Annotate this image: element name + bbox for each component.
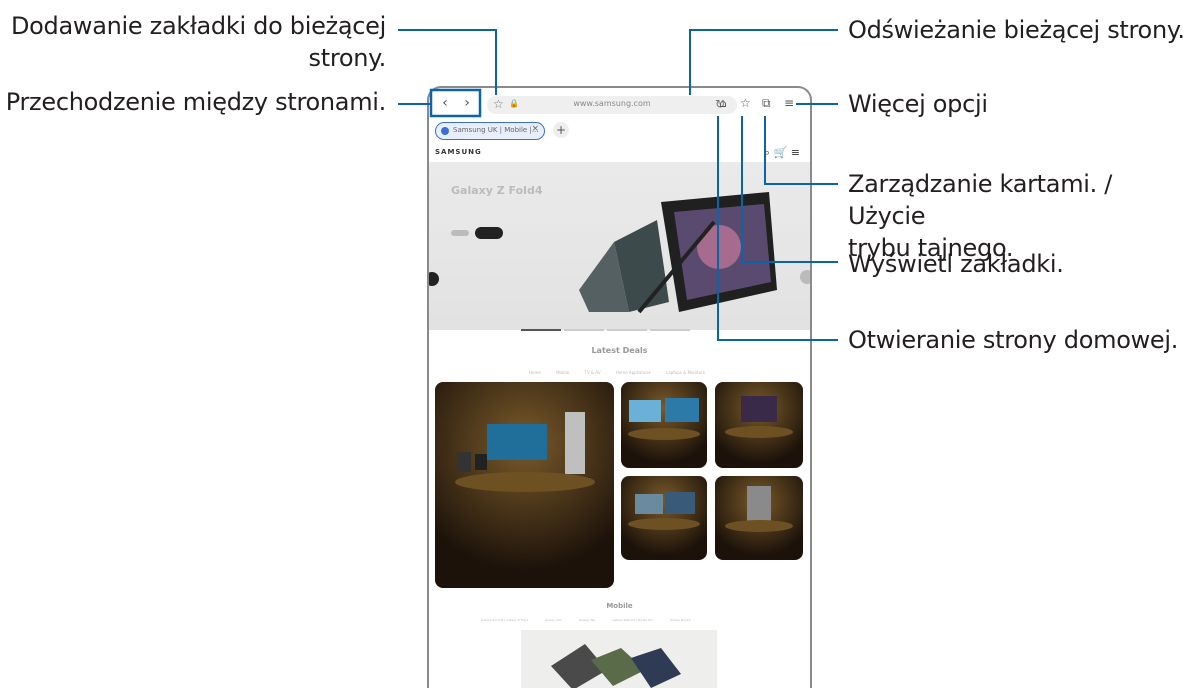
callout-lines [398,29,838,341]
